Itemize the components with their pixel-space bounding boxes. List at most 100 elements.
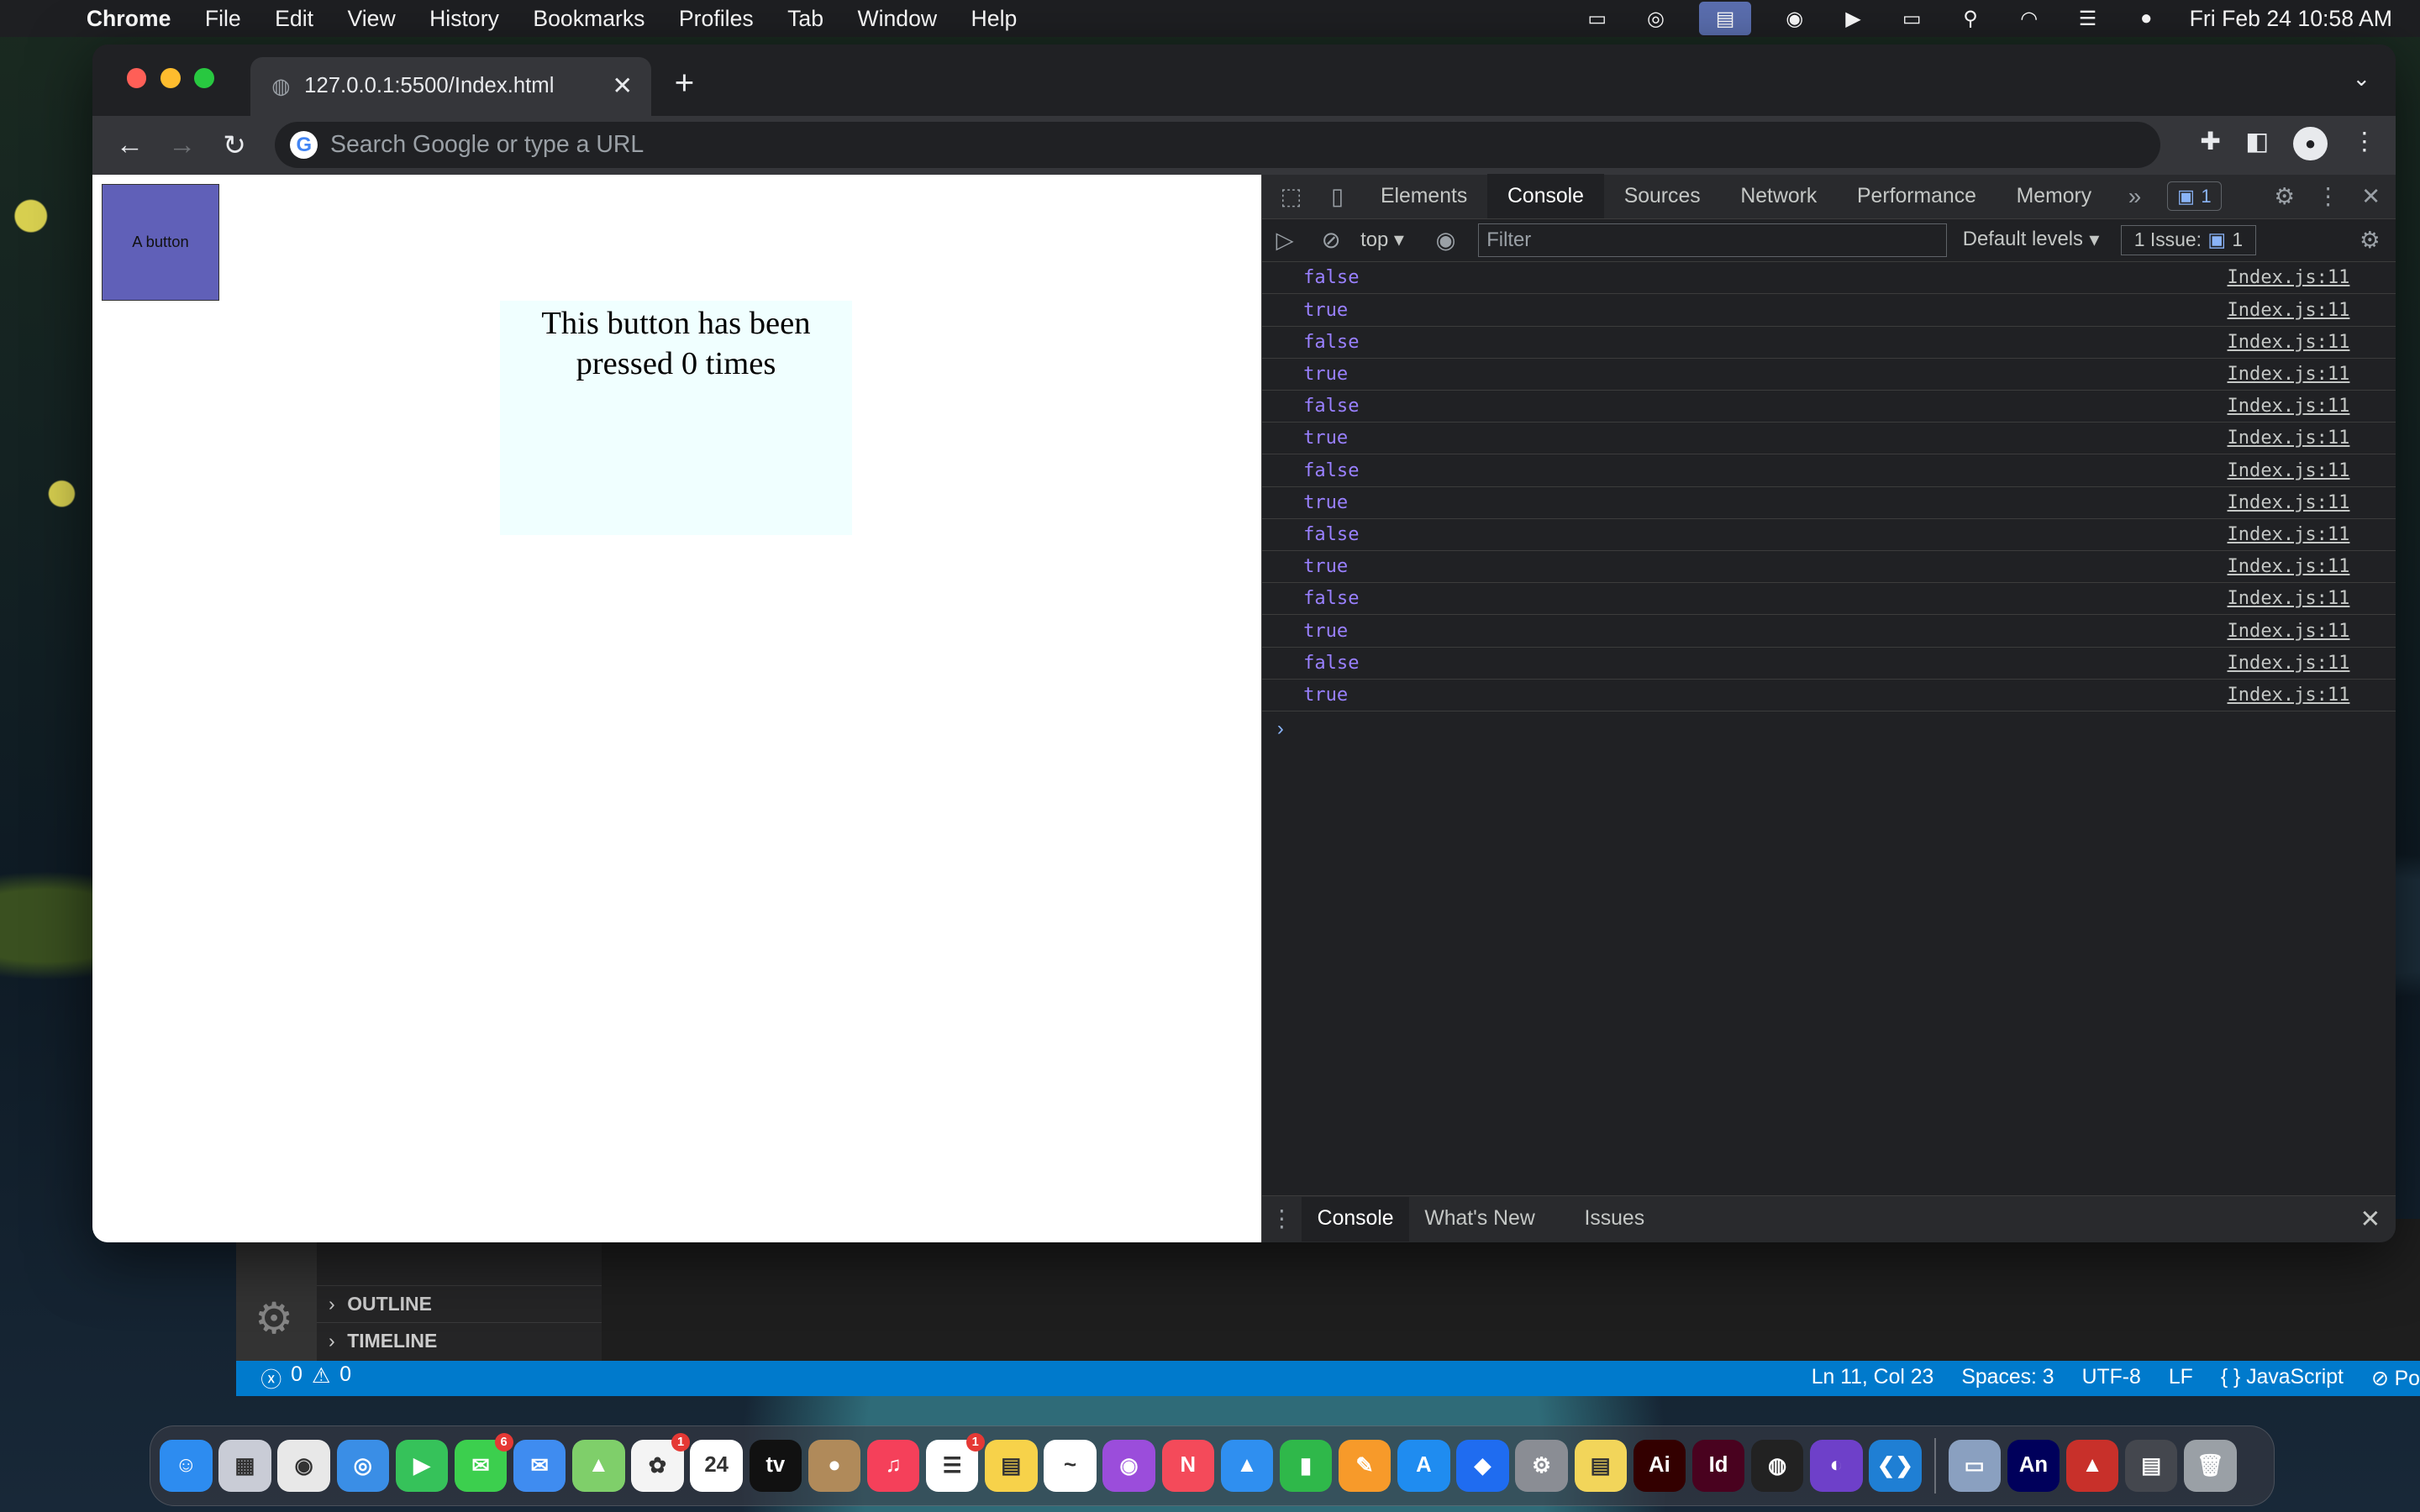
close-drawer-icon[interactable]: ✕ [2360, 1205, 2381, 1234]
tab-network[interactable]: Network [1721, 174, 1838, 218]
menu-help[interactable]: Help [971, 6, 1018, 32]
illustrator-icon[interactable]: Ai [1633, 1439, 1686, 1493]
tv-icon[interactable]: tv [749, 1439, 802, 1493]
chrome-icon[interactable]: ◉ [277, 1439, 330, 1493]
log-source-link[interactable]: Index.js:11 [2228, 332, 2350, 353]
trash-icon[interactable]: 🗑 [2184, 1439, 2237, 1493]
blender-icon[interactable]: ◍ [1750, 1439, 1804, 1493]
more-tabs-icon[interactable]: » [2112, 183, 2158, 210]
stickies-icon[interactable]: ▤ [1574, 1439, 1627, 1493]
news-icon[interactable]: N [1161, 1439, 1214, 1493]
indesign-icon[interactable]: Id [1691, 1439, 1745, 1493]
menu-view[interactable]: View [347, 6, 395, 32]
airdrop-icon[interactable]: ◉ [1779, 8, 1810, 30]
side-panel-icon[interactable]: ◧ [2245, 127, 2269, 160]
log-source-link[interactable]: Index.js:11 [2228, 556, 2350, 577]
drawer-tab-whats-new[interactable]: What's New [1409, 1197, 1550, 1242]
kebab-menu-icon[interactable]: ⋮ [2352, 127, 2376, 160]
line-ending[interactable]: LF [2169, 1366, 2193, 1391]
music-icon[interactable]: ♫ [866, 1439, 920, 1493]
timeline-section[interactable]: › TIMELINE [316, 1322, 602, 1359]
downloads-icon[interactable]: ▤ [2125, 1439, 2178, 1493]
log-source-link[interactable]: Index.js:11 [2228, 653, 2350, 674]
messages-icon[interactable]: ✉ 6 [454, 1433, 513, 1493]
indentation[interactable]: Spaces: 3 [1961, 1366, 2054, 1391]
log-source-link[interactable]: Index.js:11 [2228, 267, 2350, 288]
launchpad-icon[interactable]: ▦ [218, 1439, 271, 1493]
menu-bookmarks[interactable]: Bookmarks [533, 6, 644, 32]
console-settings-icon[interactable]: ⚙ [2347, 227, 2393, 254]
menu-file[interactable]: File [205, 6, 241, 32]
wifi-icon[interactable]: ◠ [2013, 8, 2044, 30]
mail-icon[interactable]: ✉ [513, 1439, 566, 1493]
close-window-button[interactable] [126, 67, 147, 88]
browser-tab[interactable]: ◍ 127.0.0.1:5500/Index.html ✕ [250, 56, 652, 116]
menu-profiles[interactable]: Profiles [679, 6, 754, 32]
menu-app-name[interactable]: Chrome [87, 6, 171, 32]
drawer-tab-console[interactable]: Console [1302, 1196, 1409, 1242]
siri-icon[interactable]: ● [2131, 7, 2162, 29]
port-indicator[interactable]: ⊘ Po [2371, 1366, 2420, 1391]
eye-icon[interactable]: ◉ [1423, 227, 1469, 254]
keynote-icon[interactable]: ▲ [1220, 1439, 1274, 1493]
gear-icon[interactable]: ⚙ [255, 1293, 293, 1344]
forward-icon[interactable]: → [164, 129, 201, 161]
sidebar-toggle-icon[interactable]: ▷ [1262, 227, 1308, 254]
maps-icon[interactable]: ▲ [572, 1439, 625, 1493]
settings-gear-icon[interactable]: ⚙ [2274, 183, 2295, 210]
preview-icon[interactable]: ▭ [1948, 1439, 2002, 1493]
console-prompt[interactable]: › [1277, 717, 2396, 741]
issues-badge[interactable]: ▣ 1 [2167, 181, 2222, 212]
encoding[interactable]: UTF-8 [2082, 1366, 2141, 1391]
settings-icon[interactable]: ⚙ [1515, 1439, 1568, 1493]
tab-memory[interactable]: Memory [1996, 174, 2112, 218]
back-icon[interactable]: ← [111, 129, 148, 161]
issues-button[interactable]: 1 Issue: ▣ 1 [2121, 224, 2256, 256]
battery-icon[interactable]: ▭ [1897, 8, 1928, 30]
extensions-icon[interactable]: ✚ [2200, 127, 2221, 160]
reminders-icon[interactable]: ☰ 1 [926, 1433, 985, 1493]
podcasts-icon[interactable]: ◉ [1102, 1439, 1155, 1493]
log-source-link[interactable]: Index.js:11 [2228, 460, 2350, 481]
page-button[interactable]: A button [102, 183, 219, 302]
screen-share-icon[interactable]: ▭ [1581, 8, 1612, 30]
language-mode[interactable]: { } JavaScript [2221, 1366, 2344, 1391]
freeform-icon[interactable]: ~ [1044, 1439, 1097, 1493]
contacts-icon[interactable]: ● [808, 1439, 861, 1493]
finder-icon[interactable]: ☺ [160, 1439, 213, 1493]
tab-console[interactable]: Console [1487, 174, 1604, 219]
control-center-icon[interactable]: ☰ [2072, 8, 2103, 30]
search-icon[interactable]: ⚲ [1955, 8, 1986, 30]
cursor-position[interactable]: Ln 11, Col 23 [1812, 1366, 1934, 1391]
tab-performance[interactable]: Performance [1837, 174, 1996, 218]
dropbox-icon[interactable]: ◆ [1456, 1439, 1509, 1493]
reload-icon[interactable]: ↻ [216, 129, 253, 162]
tab-sources[interactable]: Sources [1604, 174, 1721, 218]
acrobat-icon[interactable]: ▲ [2065, 1439, 2119, 1493]
play-icon[interactable]: ▶ [1838, 8, 1869, 30]
printer-icon[interactable]: ▤ [1698, 1, 1752, 36]
profile-avatar[interactable]: ● [2293, 126, 2328, 160]
log-source-link[interactable]: Index.js:11 [2228, 492, 2350, 513]
menu-history[interactable]: History [429, 6, 499, 32]
chevron-down-icon[interactable]: ⌄ [2353, 66, 2371, 92]
creative-cloud-icon[interactable]: ◎ [1640, 8, 1671, 30]
log-source-link[interactable]: Index.js:11 [2228, 300, 2350, 321]
omnibox[interactable]: G Search Google or type a URL [274, 122, 2161, 169]
notes-icon[interactable]: ▤ [985, 1439, 1038, 1493]
log-levels-select[interactable]: Default levels ▾ [1963, 228, 2100, 252]
log-source-link[interactable]: Index.js:11 [2228, 524, 2350, 545]
zoom-window-button[interactable] [194, 67, 215, 88]
menu-clock[interactable]: Fri Feb 24 10:58 AM [2190, 6, 2392, 32]
outline-section[interactable]: › OUTLINE [316, 1284, 602, 1322]
pages-icon[interactable]: ✎ [1338, 1439, 1392, 1493]
close-devtools-icon[interactable]: ✕ [2361, 183, 2381, 210]
drawer-tab-issues[interactable]: Issues [1569, 1197, 1660, 1242]
menu-tab[interactable]: Tab [787, 6, 823, 32]
vscode-icon[interactable]: ❮❯ [1869, 1439, 1922, 1493]
log-source-link[interactable]: Index.js:11 [2228, 428, 2350, 449]
animate-icon[interactable]: An [2007, 1439, 2060, 1493]
menu-window[interactable]: Window [857, 6, 937, 32]
safari-icon[interactable]: ◎ [336, 1439, 390, 1493]
log-source-link[interactable]: Index.js:11 [2228, 588, 2350, 609]
